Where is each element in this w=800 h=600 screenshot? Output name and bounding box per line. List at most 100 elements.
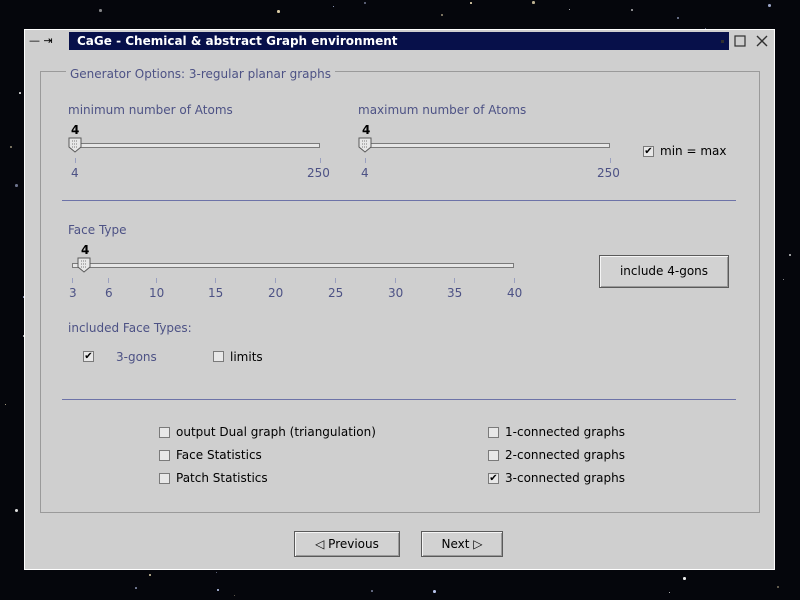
star xyxy=(277,10,280,13)
maximize-icon[interactable] xyxy=(732,33,748,49)
window-menu-icon[interactable]: — ⇥ xyxy=(29,33,67,49)
close-icon[interactable] xyxy=(754,33,770,49)
previous-icon: ◁ xyxy=(315,537,325,551)
face-type-tick-label: 20 xyxy=(268,286,284,300)
face-type-tick xyxy=(395,278,396,283)
face-type-tick xyxy=(108,278,109,283)
face-type-tick-label: 35 xyxy=(447,286,463,300)
star xyxy=(217,589,220,592)
min-eq-max-label[interactable]: min = max xyxy=(660,144,726,158)
limits-label[interactable]: limits xyxy=(230,350,263,364)
star xyxy=(441,14,444,17)
star xyxy=(371,590,373,592)
star xyxy=(683,577,686,580)
face-statistics-checkbox[interactable] xyxy=(159,450,170,461)
1-connected-checkbox[interactable] xyxy=(488,427,499,438)
3-connected-checkbox[interactable]: ✔ xyxy=(488,473,499,484)
star xyxy=(789,254,792,257)
slider-thumb-icon xyxy=(77,257,91,273)
star xyxy=(135,587,137,589)
previous-button[interactable]: ◁ Previous xyxy=(294,531,400,557)
tick xyxy=(610,158,611,163)
face-type-tick-label: 30 xyxy=(388,286,404,300)
face-type-tick-label: 10 xyxy=(149,286,165,300)
slider-thumb-icon xyxy=(68,137,82,153)
face-type-tick xyxy=(514,278,515,283)
star xyxy=(15,509,19,513)
face-type-tick xyxy=(275,278,276,283)
face-type-slider[interactable] xyxy=(72,263,514,268)
min-eq-max-checkbox[interactable]: ✔ xyxy=(643,146,654,157)
face-type-tick-label: 25 xyxy=(328,286,344,300)
face-type-tick xyxy=(156,278,157,283)
star xyxy=(532,1,535,4)
tick xyxy=(365,158,366,163)
3-gons-checkbox[interactable]: ✔ xyxy=(83,351,94,362)
3-connected-label[interactable]: 3-connected graphs xyxy=(505,471,625,485)
included-face-types-label: included Face Types: xyxy=(68,321,192,335)
star xyxy=(149,574,152,577)
dual-graph-label[interactable]: output Dual graph (triangulation) xyxy=(176,425,376,439)
1-connected-label[interactable]: 1-connected graphs xyxy=(505,425,625,439)
include-4-gons-button[interactable]: include 4-gons xyxy=(599,255,729,288)
face-type-tick xyxy=(335,278,336,283)
separator xyxy=(62,399,736,400)
window-title: CaGe - Chemical & abstract Graph environ… xyxy=(69,32,729,50)
star xyxy=(669,592,670,593)
max-atoms-min-label: 4 xyxy=(361,166,369,180)
star xyxy=(234,595,236,597)
min-atoms-slider-thumb[interactable] xyxy=(68,137,82,153)
tick xyxy=(75,158,76,163)
max-atoms-value: 4 xyxy=(362,123,371,137)
face-type-tick-label: 15 xyxy=(208,286,224,300)
face-type-tick-label: 3 xyxy=(69,286,77,300)
max-atoms-slider[interactable] xyxy=(362,143,610,148)
minimize-icon[interactable] xyxy=(715,33,731,49)
next-button[interactable]: Next ▷ xyxy=(421,531,503,557)
star xyxy=(5,404,7,406)
3-gons-label[interactable]: 3-gons xyxy=(116,350,157,364)
star xyxy=(777,586,780,589)
face-type-tick-label: 6 xyxy=(105,286,113,300)
min-atoms-value: 4 xyxy=(71,123,80,137)
min-atoms-label: minimum number of Atoms xyxy=(68,103,233,117)
face-type-slider-thumb[interactable] xyxy=(77,257,91,273)
slider-thumb-icon xyxy=(358,137,372,153)
min-atoms-min-label: 4 xyxy=(71,166,79,180)
separator xyxy=(62,200,736,201)
star xyxy=(433,590,436,593)
face-type-tick xyxy=(215,278,216,283)
star xyxy=(333,6,335,8)
star xyxy=(216,572,218,574)
max-atoms-slider-thumb[interactable] xyxy=(358,137,372,153)
min-atoms-max-label: 250 xyxy=(307,166,330,180)
face-type-value: 4 xyxy=(81,243,90,257)
star xyxy=(15,184,18,187)
star xyxy=(631,9,634,12)
star xyxy=(99,9,102,12)
group-title: Generator Options: 3-regular planar grap… xyxy=(66,67,335,81)
star xyxy=(470,2,472,4)
next-icon: ▷ xyxy=(473,537,483,551)
tick xyxy=(320,158,321,163)
2-connected-checkbox[interactable] xyxy=(488,450,499,461)
previous-label: Previous xyxy=(328,537,379,551)
min-atoms-slider[interactable] xyxy=(71,143,320,148)
limits-checkbox[interactable] xyxy=(213,351,224,362)
star xyxy=(364,2,366,4)
patch-statistics-checkbox[interactable] xyxy=(159,473,170,484)
patch-statistics-label[interactable]: Patch Statistics xyxy=(176,471,268,485)
star xyxy=(569,9,571,11)
2-connected-label[interactable]: 2-connected graphs xyxy=(505,448,625,462)
face-type-label: Face Type xyxy=(68,223,127,237)
star xyxy=(10,146,13,149)
star xyxy=(19,92,21,94)
star xyxy=(768,4,771,7)
title-bar[interactable]: — ⇥ CaGe - Chemical & abstract Graph env… xyxy=(25,30,774,52)
dual-graph-checkbox[interactable] xyxy=(159,427,170,438)
max-atoms-max-label: 250 xyxy=(597,166,620,180)
face-statistics-label[interactable]: Face Statistics xyxy=(176,448,262,462)
maximize-glyph xyxy=(734,35,746,47)
face-type-tick-label: 40 xyxy=(507,286,523,300)
close-glyph xyxy=(756,35,768,47)
